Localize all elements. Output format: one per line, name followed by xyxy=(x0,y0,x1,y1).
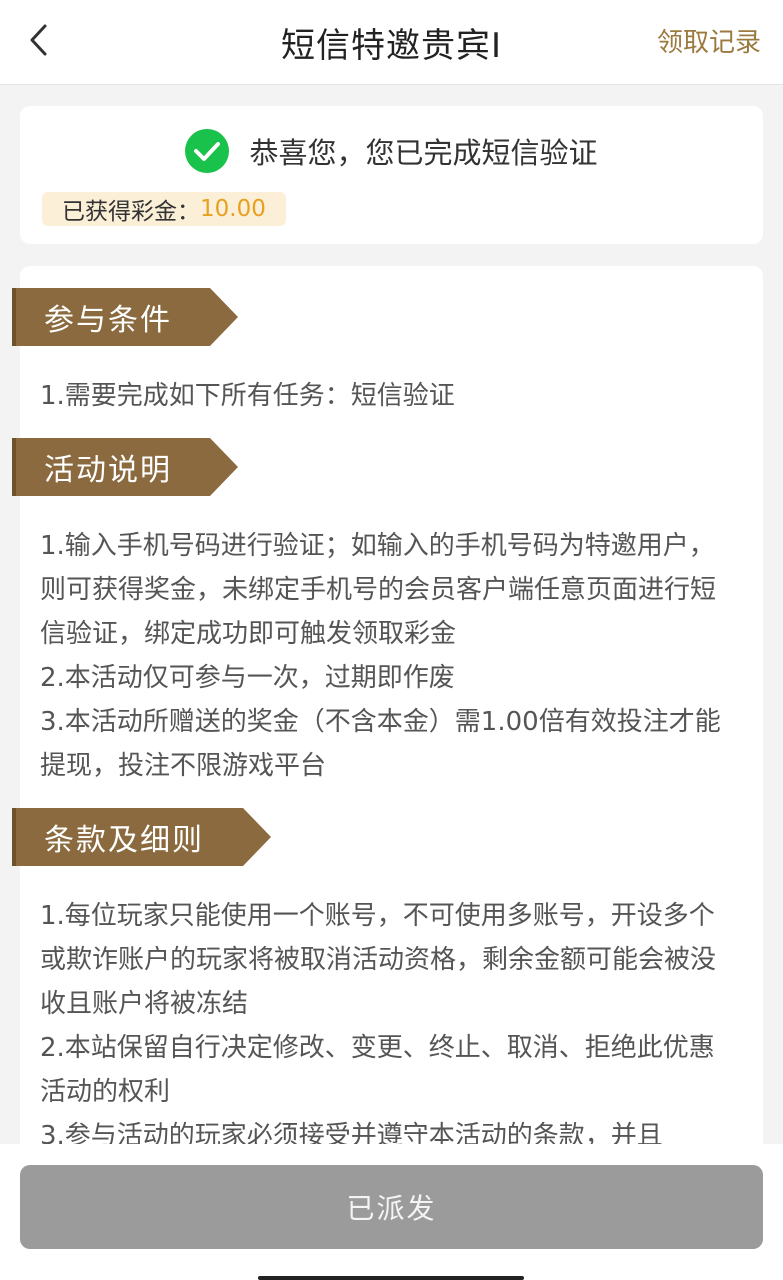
description-line: 1.输入手机号码进行验证；如输入的手机号码为特邀用户，则可获得奖金，未绑定手机号… xyxy=(40,531,717,649)
top-nav-bar: 短信特邀贵宾I 领取记录 xyxy=(0,0,783,85)
terms-line: 2.本站保留自行决定修改、变更、终止、取消、拒绝此优惠活动的权利 xyxy=(40,1033,715,1107)
condition-line: 1.需要完成如下所有任务：短信验证 xyxy=(40,381,455,411)
verification-status-card: 恭喜您，您已完成短信验证 已获得彩金： 10.00 xyxy=(20,106,763,244)
bonus-label: 已获得彩金： xyxy=(62,199,200,225)
home-indicator xyxy=(258,1276,524,1280)
section-tag-terms: 条款及细则 xyxy=(12,808,271,866)
dispatched-button[interactable]: 已派发 xyxy=(20,1165,763,1249)
description-line: 3.本活动所赠送的奖金（不含本金）需1.00倍有效投注才能提现，投注不限游戏平台 xyxy=(40,707,721,781)
status-row: 恭喜您，您已完成短信验证 xyxy=(20,126,763,176)
bonus-badge: 已获得彩金： 10.00 xyxy=(42,192,286,226)
chevron-left-icon xyxy=(30,24,47,56)
description-line: 2.本活动仅可参与一次，过期即作废 xyxy=(40,663,455,693)
claim-records-link[interactable]: 领取记录 xyxy=(657,22,761,59)
check-circle-icon xyxy=(185,129,230,173)
activity-info-card: 参与条件 1.需要完成如下所有任务：短信验证 活动说明 1.输入手机号码进行验证… xyxy=(20,266,763,1266)
section-tag-description: 活动说明 xyxy=(12,438,238,496)
section-tag-conditions: 参与条件 xyxy=(12,288,238,346)
terms-line: 1.每位玩家只能使用一个账号，不可使用多账号，开设多个或欺诈账户的玩家将被取消活… xyxy=(40,901,717,1019)
section-body-terms: 1.每位玩家只能使用一个账号，不可使用多账号，开设多个或欺诈账户的玩家将被取消活… xyxy=(40,894,740,1158)
back-button[interactable] xyxy=(18,20,58,60)
bonus-amount: 10.00 xyxy=(200,196,266,222)
section-body-description: 1.输入手机号码进行验证；如输入的手机号码为特邀用户，则可获得奖金，未绑定手机号… xyxy=(40,524,740,788)
section-body-conditions: 1.需要完成如下所有任务：短信验证 xyxy=(40,374,740,418)
status-message: 恭喜您，您已完成短信验证 xyxy=(249,136,598,170)
bottom-action-bar: 已派发 xyxy=(0,1144,783,1280)
